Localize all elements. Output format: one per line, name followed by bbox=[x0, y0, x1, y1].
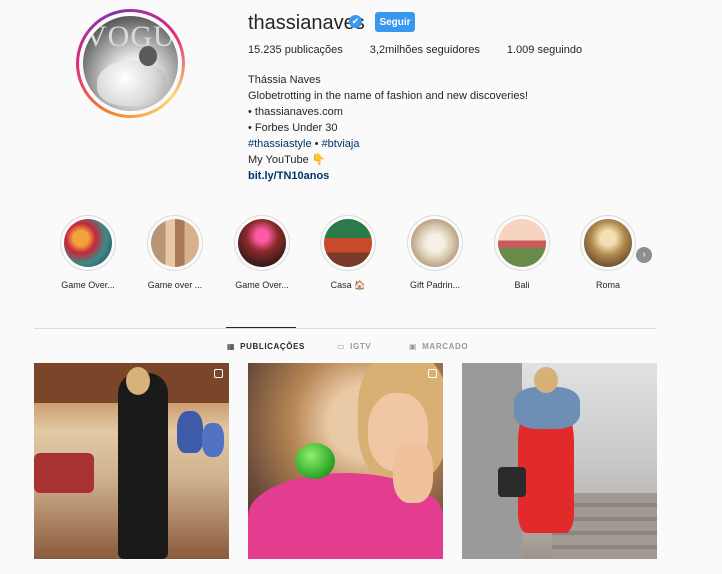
carousel-icon bbox=[428, 369, 437, 378]
tab-marcado[interactable]: ▣ MARCADO bbox=[409, 342, 468, 351]
post-photo-detail bbox=[202, 423, 224, 457]
post-thumbnail[interactable] bbox=[248, 363, 443, 559]
highlight-cover bbox=[151, 219, 199, 267]
avatar-ring-gap: VOGUE bbox=[79, 12, 182, 115]
tab-igtv[interactable]: ▭ IGTV bbox=[337, 342, 371, 351]
bio-external-link[interactable]: bit.ly/TN10anos bbox=[248, 168, 568, 184]
highlight-ring bbox=[407, 215, 463, 271]
verified-badge-icon: ✔ bbox=[349, 15, 362, 28]
highlight-item[interactable]: Gift Padrin... bbox=[395, 215, 475, 290]
highlight-label: Roma bbox=[595, 280, 620, 290]
follow-button[interactable]: Seguir bbox=[375, 12, 415, 32]
profile-avatar-ring[interactable]: VOGUE bbox=[76, 9, 185, 118]
highlight-item[interactable]: Casa 🏠 bbox=[308, 215, 388, 291]
post-photo-detail bbox=[534, 367, 558, 393]
bio-line: My YouTube 👇 bbox=[248, 154, 326, 166]
highlight-ring bbox=[234, 215, 290, 271]
tabs-divider bbox=[34, 328, 656, 329]
highlight-label: Bali bbox=[514, 280, 530, 290]
igtv-icon: ▭ bbox=[337, 342, 346, 351]
highlight-label: Gift Padrin... bbox=[409, 280, 461, 290]
highlight-item[interactable]: Game Over... bbox=[222, 215, 302, 290]
hashtag-separator: • bbox=[311, 138, 322, 150]
post-photo-detail bbox=[34, 453, 94, 493]
highlight-ring bbox=[494, 215, 550, 271]
post-photo-detail bbox=[393, 443, 433, 503]
tab-label: MARCADO bbox=[422, 342, 469, 351]
chevron-right-icon[interactable]: › bbox=[636, 247, 652, 263]
post-thumbnail[interactable] bbox=[34, 363, 229, 559]
avatar-magazine-text: VOGUE bbox=[85, 20, 178, 53]
highlight-label: Game Over... bbox=[235, 280, 289, 290]
hashtag-link[interactable]: #btviaja bbox=[322, 138, 360, 150]
highlight-cover bbox=[64, 219, 112, 267]
post-photo-detail bbox=[498, 467, 526, 497]
highlight-cover bbox=[324, 219, 372, 267]
highlight-label: Game Over... bbox=[61, 280, 115, 290]
hashtag-link[interactable]: #thassiastyle bbox=[248, 138, 312, 150]
bio-hashtags: #thassiastyle • #btviaja bbox=[248, 136, 568, 152]
active-tab-indicator bbox=[226, 327, 296, 328]
profile-username: thassianaves bbox=[248, 12, 365, 34]
followers-link[interactable]: 3,2milhões seguidores bbox=[370, 44, 480, 56]
highlight-item[interactable]: Bali bbox=[482, 215, 562, 290]
tab-label: PUBLICAÇÕES bbox=[240, 342, 305, 351]
avatar-face-shape bbox=[139, 46, 157, 66]
posts-count: 15.235 publicações bbox=[248, 44, 343, 56]
highlight-ring bbox=[60, 215, 116, 271]
profile-full-name: Thássia Naves bbox=[248, 74, 321, 86]
tagged-icon: ▣ bbox=[409, 342, 418, 351]
highlight-cover bbox=[411, 219, 459, 267]
post-photo-detail bbox=[126, 367, 150, 395]
highlight-label: Casa 🏠 bbox=[330, 280, 366, 290]
highlight-cover bbox=[498, 219, 546, 267]
post-photo-detail bbox=[462, 363, 522, 559]
story-highlights: Game Over... Game over ... Game Over... … bbox=[0, 215, 722, 295]
post-photo-detail bbox=[514, 387, 580, 429]
bio-line: • thassianaves.com bbox=[248, 106, 343, 118]
highlight-cover bbox=[238, 219, 286, 267]
highlight-cover bbox=[584, 219, 632, 267]
post-photo-detail bbox=[177, 411, 203, 453]
highlight-label: Game over ... bbox=[147, 280, 203, 290]
avatar[interactable]: VOGUE bbox=[83, 16, 178, 111]
avatar-dress-shape bbox=[97, 60, 167, 106]
highlight-item[interactable]: Game Over... bbox=[48, 215, 128, 290]
profile-bio: Thássia Naves Globetrotting in the name … bbox=[248, 72, 568, 184]
grid-icon: ▦ bbox=[227, 342, 236, 351]
post-thumbnail[interactable] bbox=[462, 363, 657, 559]
bio-line: Globetrotting in the name of fashion and… bbox=[248, 90, 529, 102]
post-photo-detail bbox=[295, 443, 335, 479]
highlight-ring bbox=[580, 215, 636, 271]
tab-publicacoes[interactable]: ▦ PUBLICAÇÕES bbox=[227, 342, 305, 351]
highlight-ring bbox=[147, 215, 203, 271]
highlight-item[interactable]: Game over ... bbox=[135, 215, 215, 290]
tab-label: IGTV bbox=[350, 342, 372, 351]
bio-line: • Forbes Under 30 bbox=[248, 122, 338, 134]
highlight-ring bbox=[320, 215, 376, 271]
post-photo-detail bbox=[118, 373, 168, 559]
following-link[interactable]: 1.009 seguindo bbox=[507, 44, 582, 56]
profile-stats: 15.235 publicações 3,2milhões seguidores… bbox=[248, 44, 609, 56]
carousel-icon bbox=[214, 369, 223, 378]
